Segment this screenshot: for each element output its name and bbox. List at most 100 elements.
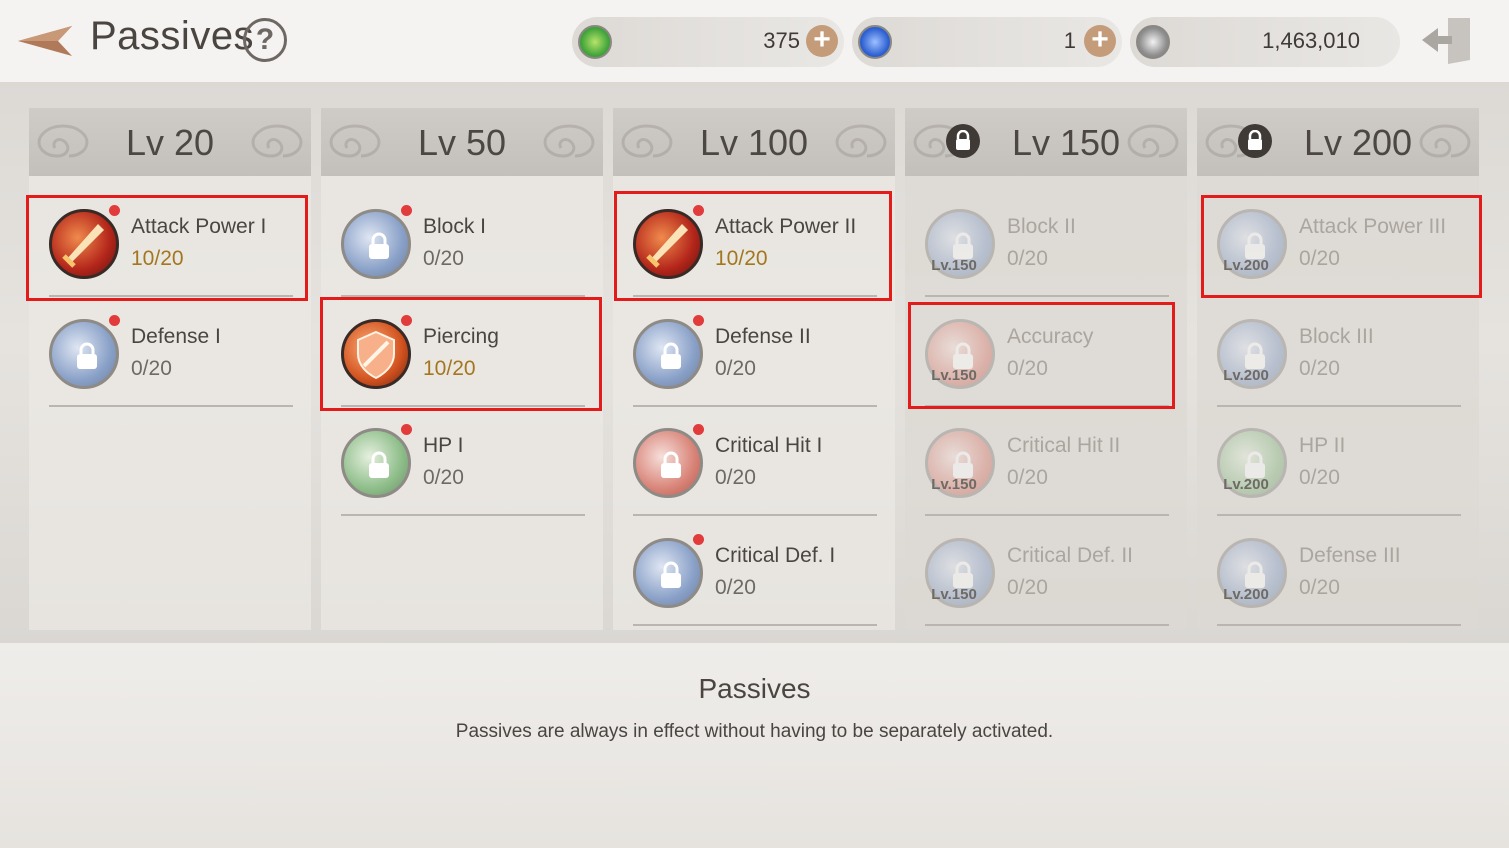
skill-progress: 0/20: [1299, 357, 1340, 380]
notification-dot: [109, 205, 120, 216]
level-requirement-tag: Lv.150: [931, 476, 977, 493]
skill-name: Critical Hit II: [1007, 434, 1121, 457]
notification-dot: [401, 315, 412, 326]
skill-progress: 0/20: [715, 357, 756, 380]
level-requirement-tag: Lv.200: [1223, 586, 1269, 603]
notification-dot: [693, 205, 704, 216]
skill-name: HP II: [1299, 434, 1346, 457]
column-title: Lv 100: [699, 122, 809, 163]
info-title: Passives: [698, 673, 811, 704]
passive-skill[interactable]: Piercing 10/20: [341, 303, 585, 407]
divider: [633, 514, 877, 516]
level-requirement-tag: Lv.200: [1223, 257, 1269, 274]
column-header: Lv 150: [905, 108, 1187, 176]
skill-progress: 0/20: [131, 357, 172, 380]
blue-orb-currency-icon: [858, 25, 892, 59]
notification-dot: [693, 315, 704, 326]
skill-name: Defense III: [1299, 544, 1401, 567]
passive-skill[interactable]: Critical Def. I 0/20: [633, 522, 877, 626]
level-requirement-tag: Lv.200: [1223, 476, 1269, 493]
passive-skill[interactable]: HP I 0/20: [341, 412, 585, 516]
notification-dot: [401, 205, 412, 216]
divider: [341, 514, 585, 516]
column-header: Lv 100: [613, 108, 895, 176]
shield-lock-icon: [633, 319, 703, 389]
skill-name: Block II: [1007, 215, 1076, 238]
divider: [633, 405, 877, 407]
skill-name: Defense I: [131, 325, 221, 348]
silver-coin-icon: [1136, 25, 1170, 59]
passive-skill[interactable]: Defense I 0/20: [49, 303, 293, 407]
skill-progress: 10/20: [423, 357, 476, 380]
passive-skill[interactable]: Critical Hit I 0/20: [633, 412, 877, 516]
skill-progress: 0/20: [1007, 466, 1048, 489]
skill-progress: 0/20: [423, 247, 464, 270]
skill-progress: 0/20: [423, 466, 464, 489]
skill-progress: 0/20: [1007, 247, 1048, 270]
lock-icon: [74, 342, 100, 377]
level-column-2: Lv 50 Block I 0/20 Piercing 10/20 HP I 0/20: [321, 108, 603, 630]
passive-skill[interactable]: Lv.150 Block II 0/20: [925, 193, 1169, 297]
burst-lock-icon: [633, 428, 703, 498]
column-title: Lv 200: [1303, 122, 1413, 163]
skill-name: Critical Def. I: [715, 544, 836, 567]
skill-progress: 0/20: [715, 466, 756, 489]
skill-name: Critical Def. II: [1007, 544, 1134, 567]
divider: [1217, 405, 1461, 407]
lock-icon: [658, 342, 684, 377]
column-title: Lv 150: [1011, 122, 1121, 163]
divider: [1217, 295, 1461, 297]
level-requirement-tag: Lv.150: [931, 586, 977, 603]
page-title: Passives: [90, 14, 255, 58]
level-column-4: Lv 150 Lv.150 Block II 0/20 Lv.150 Accuracy 0/…: [905, 108, 1187, 630]
green-swirl-currency-icon: [578, 25, 612, 59]
level-requirement-tag: Lv.150: [931, 257, 977, 274]
passive-skill[interactable]: Lv.200 HP II 0/20: [1217, 412, 1461, 516]
divider: [49, 295, 293, 297]
skill-name: Attack Power III: [1299, 215, 1447, 238]
passive-skill[interactable]: Attack Power II 10/20: [633, 193, 877, 297]
skill-name: Critical Hit I: [715, 434, 823, 457]
divider: [1217, 624, 1461, 626]
passive-skill[interactable]: Lv.150 Critical Def. II 0/20: [925, 522, 1169, 626]
lock-icon: [658, 451, 684, 486]
column-title: Lv 50: [417, 122, 507, 163]
passive-skill[interactable]: Defense II 0/20: [633, 303, 877, 407]
passive-skill[interactable]: Lv.150 Accuracy 0/20: [925, 303, 1169, 407]
passive-skill[interactable]: Block I 0/20: [341, 193, 585, 297]
info-panel: Passives Passives are always in effect w…: [0, 643, 1509, 848]
currency-value: 1,463,010: [1262, 28, 1360, 53]
divider: [341, 295, 585, 297]
column-title: Lv 20: [125, 122, 215, 163]
shield-lock-icon: [633, 538, 703, 608]
passive-skill[interactable]: Lv.200 Block III 0/20: [1217, 303, 1461, 407]
divider: [341, 405, 585, 407]
passive-skill[interactable]: Attack Power I 10/20: [49, 193, 293, 297]
notification-dot: [109, 315, 120, 326]
passive-skill[interactable]: Lv.150 Critical Hit II 0/20: [925, 412, 1169, 516]
divider: [49, 405, 293, 407]
exit-icon[interactable]: [1418, 14, 1474, 66]
back-arrow-icon[interactable]: [10, 18, 78, 64]
divider: [925, 624, 1169, 626]
lock-icon: [658, 561, 684, 596]
lock-icon: [366, 451, 392, 486]
divider: [633, 624, 877, 626]
skill-name: Piercing: [423, 325, 499, 348]
add-currency-button[interactable]: +: [806, 25, 838, 57]
add-currency-button[interactable]: +: [1084, 25, 1116, 57]
currency-value: 1: [1063, 28, 1076, 53]
notification-dot: [693, 424, 704, 435]
help-button[interactable]: ?: [243, 18, 287, 62]
notification-dot: [693, 534, 704, 545]
passive-skill[interactable]: Lv.200 Defense III 0/20: [1217, 522, 1461, 626]
currency-pill-green: 375 +: [572, 17, 844, 67]
passive-skill[interactable]: Lv.200 Attack Power III 0/20: [1217, 193, 1461, 297]
skill-progress: 0/20: [1007, 357, 1048, 380]
skill-name: Attack Power I: [131, 215, 267, 238]
divider: [1217, 514, 1461, 516]
sword-icon: [633, 209, 703, 279]
lock-icon: [366, 232, 392, 267]
skill-name: HP I: [423, 434, 464, 457]
notification-dot: [401, 424, 412, 435]
